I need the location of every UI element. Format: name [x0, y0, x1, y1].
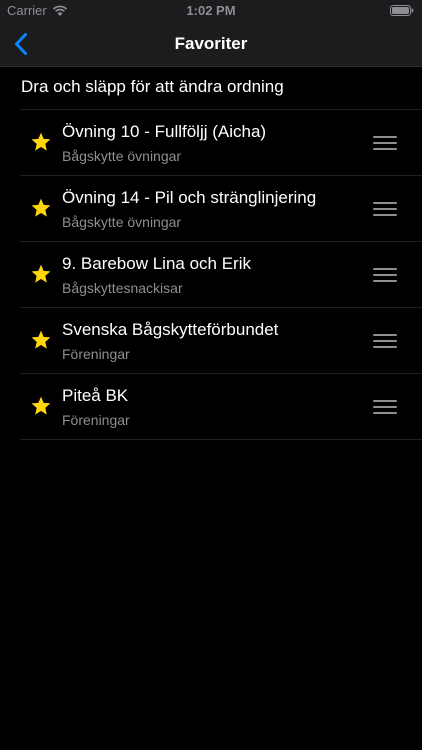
- favorite-title: Övning 10 - Fullföljj (Aicha): [62, 122, 267, 141]
- reorder-handle-icon[interactable]: [373, 268, 397, 282]
- favorite-title: 9. Barebow Lina och Erik: [62, 254, 251, 273]
- favorite-row[interactable]: Piteå BK Föreningar: [20, 374, 422, 440]
- status-bar: Carrier 1:02 PM: [0, 0, 422, 22]
- status-time: 1:02 PM: [186, 3, 236, 18]
- star-icon[interactable]: [30, 329, 52, 351]
- star-icon[interactable]: [30, 263, 52, 285]
- reorder-handle-icon[interactable]: [373, 334, 397, 348]
- favorite-subtitle: Föreningar: [62, 412, 130, 428]
- battery-icon: [390, 5, 414, 16]
- favorite-row[interactable]: 9. Barebow Lina och Erik Bågskyttesnacki…: [20, 242, 422, 308]
- page-title: Favoriter: [174, 34, 248, 53]
- favorite-row[interactable]: Svenska Bågskytteförbundet Föreningar: [20, 308, 422, 374]
- favorite-title: Piteå BK: [62, 386, 129, 405]
- navigation-bar: Favoriter: [0, 22, 422, 67]
- favorites-list: Övning 10 - Fullföljj (Aicha) Bågskytte …: [20, 109, 422, 440]
- favorite-subtitle: Föreningar: [62, 346, 130, 362]
- reorder-handle-icon[interactable]: [373, 400, 397, 414]
- favorite-subtitle: Bågskytte övningar: [62, 148, 182, 164]
- star-icon[interactable]: [30, 131, 52, 153]
- favorite-row[interactable]: Övning 14 - Pil och stränglinjering Bågs…: [20, 176, 422, 242]
- reorder-handle-icon[interactable]: [373, 202, 397, 216]
- favorite-subtitle: Bågskyttesnackisar: [62, 280, 183, 296]
- favorite-row[interactable]: Övning 10 - Fullföljj (Aicha) Bågskytte …: [20, 110, 422, 176]
- reorder-instruction: Dra och släpp för att ändra ordning: [21, 77, 284, 96]
- reorder-handle-icon[interactable]: [373, 136, 397, 150]
- star-icon[interactable]: [30, 197, 52, 219]
- star-icon[interactable]: [30, 395, 52, 417]
- favorite-subtitle: Bågskytte övningar: [62, 214, 182, 230]
- favorite-title: Övning 14 - Pil och stränglinjering: [62, 188, 317, 207]
- favorite-title: Svenska Bågskytteförbundet: [62, 320, 279, 339]
